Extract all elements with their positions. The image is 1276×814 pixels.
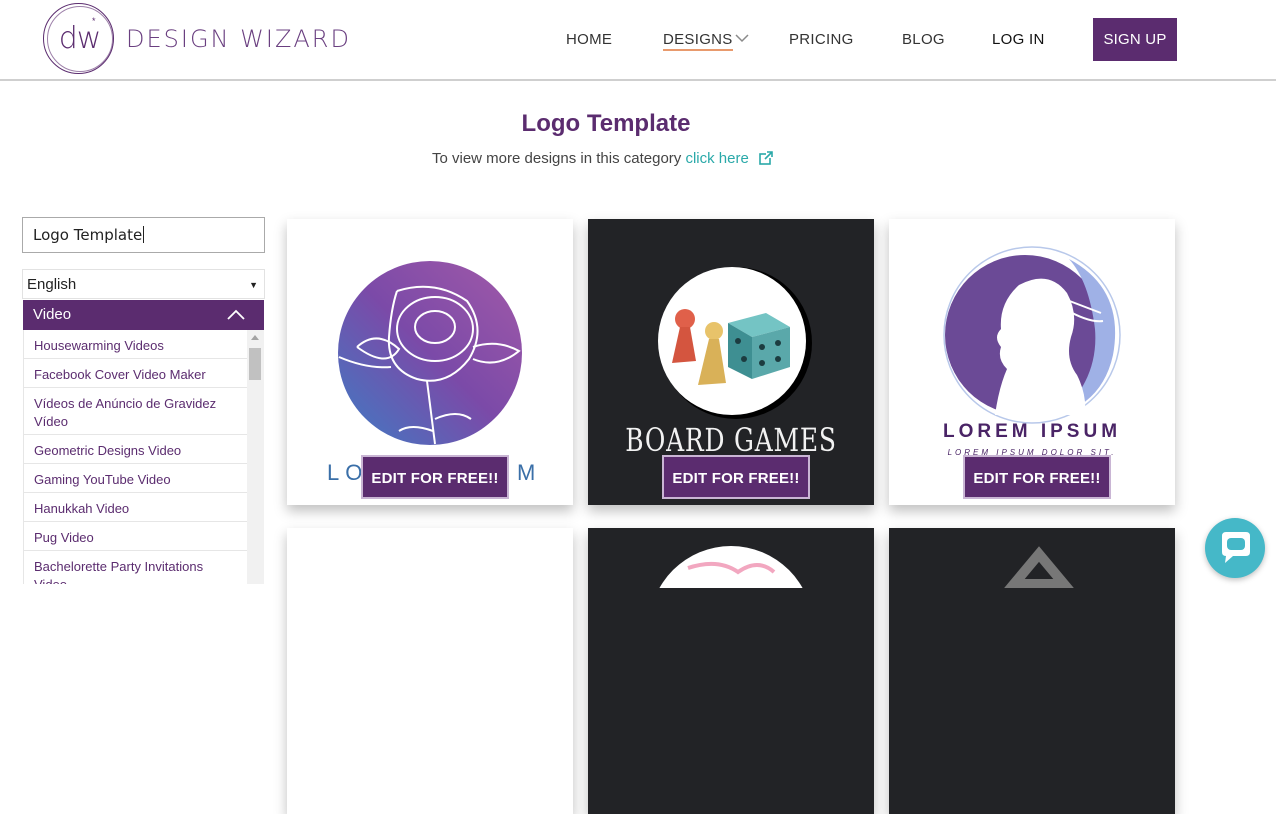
language-select[interactable]: English ▼ bbox=[22, 269, 265, 299]
card-board-games-text: BOARD GAMES bbox=[625, 421, 837, 459]
category-scrollbar[interactable] bbox=[247, 330, 264, 584]
external-link-icon[interactable] bbox=[759, 151, 773, 165]
logo-monogram: dw bbox=[58, 21, 102, 56]
category-header-label: Video bbox=[33, 306, 72, 323]
category-list: Housewarming Videos Facebook Cover Video… bbox=[23, 330, 247, 584]
nav-blog[interactable]: BLOG bbox=[902, 31, 945, 48]
template-card-board-games[interactable]: BOARD GAMES EDIT FOR FREE!! bbox=[588, 219, 874, 505]
text-caret bbox=[143, 226, 145, 243]
chevron-up-icon[interactable] bbox=[227, 309, 245, 320]
subtitle-text: To view more designs in this category bbox=[432, 150, 686, 167]
template-card-row2-1[interactable] bbox=[287, 528, 573, 814]
chat-bubble-icon bbox=[1222, 532, 1250, 563]
signup-button[interactable]: SIGN UP bbox=[1093, 18, 1177, 61]
language-value: English bbox=[27, 276, 77, 293]
category-item[interactable]: Pug Video bbox=[24, 522, 247, 551]
category-item[interactable]: Gaming YouTube Video bbox=[24, 464, 247, 493]
geometric-logo-image bbox=[1004, 546, 1074, 588]
dropdown-arrow-icon: ▼ bbox=[249, 280, 258, 290]
brand-logo[interactable]: dw * bbox=[43, 3, 114, 74]
category-item[interactable]: Bachelorette Party Invitations Video bbox=[24, 551, 247, 584]
template-card-rose[interactable]: LO M EDIT FOR FREE!! bbox=[287, 219, 573, 505]
page-title: Logo Template bbox=[521, 110, 691, 137]
brand-name[interactable]: DESIGN WIZARD bbox=[126, 25, 351, 53]
category-item[interactable]: Vídeos de Anúncio de Gravidez Vídeo bbox=[24, 388, 247, 435]
category-item[interactable]: Geometric Designs Video bbox=[24, 435, 247, 464]
search-value: Logo Template bbox=[33, 226, 143, 244]
nav-pricing[interactable]: PRICING bbox=[789, 31, 854, 48]
category-item[interactable]: Housewarming Videos bbox=[24, 330, 247, 359]
nav-home[interactable]: HOME bbox=[566, 31, 612, 48]
edit-for-free-button[interactable]: EDIT FOR FREE!! bbox=[361, 455, 509, 499]
category-item[interactable]: Hanukkah Video bbox=[24, 493, 247, 522]
edit-for-free-button[interactable]: EDIT FOR FREE!! bbox=[963, 455, 1111, 499]
template-card-row2-3[interactable] bbox=[889, 528, 1175, 814]
site-header: dw * DESIGN WIZARD HOME DESIGNS PRICING … bbox=[0, 0, 1276, 81]
category-header-video[interactable]: Video bbox=[23, 300, 264, 330]
search-input[interactable]: Logo Template bbox=[22, 217, 265, 253]
click-here-link[interactable]: click here bbox=[685, 150, 748, 167]
chat-button[interactable] bbox=[1205, 518, 1265, 578]
edit-for-free-button[interactable]: EDIT FOR FREE!! bbox=[662, 455, 810, 499]
logo-star-icon: * bbox=[92, 16, 96, 26]
scroll-up-arrow-icon[interactable] bbox=[251, 335, 259, 340]
nav-designs[interactable]: DESIGNS bbox=[663, 31, 733, 51]
card-lorem-title: LOREM IPSUM bbox=[942, 421, 1122, 442]
pink-splash-image bbox=[659, 546, 803, 588]
nav-login[interactable]: LOG IN bbox=[992, 31, 1045, 48]
card-logo-text-right: M bbox=[517, 460, 536, 485]
scrollbar-thumb[interactable] bbox=[249, 348, 261, 380]
page-subtitle: To view more designs in this category cl… bbox=[432, 150, 773, 167]
template-card-row2-2[interactable] bbox=[588, 528, 874, 814]
category-item[interactable]: Facebook Cover Video Maker bbox=[24, 359, 247, 388]
template-card-lorem-ipsum[interactable]: LOREM IPSUM LOREM IPSUM DOLOR SIT. EDIT … bbox=[889, 219, 1175, 505]
chevron-down-icon[interactable] bbox=[735, 33, 749, 43]
